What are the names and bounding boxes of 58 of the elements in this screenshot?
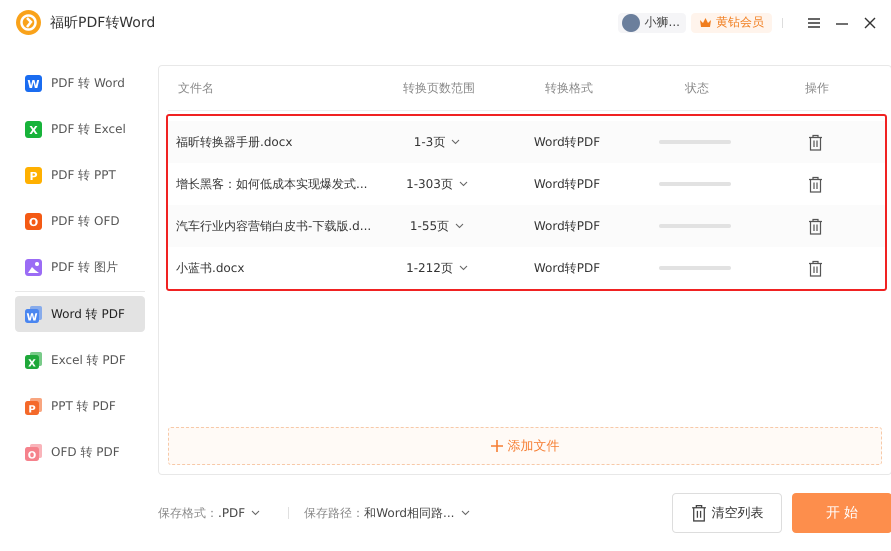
sidebar-item[interactable]: P PPT 转 PDF	[15, 388, 145, 424]
sidebar-item[interactable]: O OFD 转 PDF	[15, 434, 145, 470]
plus-icon	[490, 440, 502, 452]
page-range-dropdown[interactable]: 1-303页	[406, 176, 468, 192]
avatar	[622, 14, 640, 32]
page-range-dropdown[interactable]: 1-212页	[406, 260, 468, 276]
user-button[interactable]: 小狮...	[618, 12, 686, 32]
file-name: 小蓝书.docx	[175, 260, 246, 276]
format-cell-text: Word转PDF	[532, 218, 602, 234]
window-title: 福昕PDF转Word	[50, 14, 156, 32]
document-icon: O	[25, 212, 42, 230]
caret-icon	[455, 223, 464, 229]
caret-icon	[458, 265, 468, 271]
column-header: 操作	[805, 80, 829, 94]
sidebar-item[interactable]: PDF 转 图片	[15, 249, 145, 285]
sidebar-item[interactable]: W Word 转 PDF	[15, 296, 145, 332]
caret-icon	[451, 139, 460, 145]
delete-icon[interactable]	[808, 218, 822, 234]
document-icon: P	[25, 398, 42, 414]
clear-list-button[interactable]: 清空列表	[672, 493, 782, 533]
caret-icon	[460, 510, 470, 516]
format-dropdown[interactable]: .PDF	[218, 506, 260, 520]
format-label: 保存格式：	[158, 504, 218, 522]
column-header: 转换格式	[545, 80, 593, 94]
sidebar-item[interactable]: W PDF 转 Word	[15, 65, 145, 101]
file-name: 汽车行业内容营销白皮书-下载版.d...	[175, 218, 372, 234]
column-header: 文件名	[178, 80, 214, 94]
document-icon: P	[25, 166, 42, 184]
document-icon: X	[25, 120, 42, 138]
logo-icon	[16, 10, 41, 35]
column-header: 状态	[685, 80, 709, 94]
path-label: 保存路径：	[304, 504, 364, 522]
path-dropdown[interactable]: 和Word相同路...	[364, 504, 470, 522]
format-cell-text: Word转PDF	[532, 260, 602, 276]
delete-icon[interactable]	[808, 176, 822, 192]
close-icon[interactable]	[863, 16, 877, 30]
document-icon: W	[25, 306, 42, 322]
format-cell-text: Word转PDF	[532, 134, 602, 150]
crown-icon	[699, 17, 712, 28]
sidebar-item[interactable]: X Excel 转 PDF	[15, 342, 145, 378]
delete-icon[interactable]	[808, 260, 822, 276]
sidebar-item[interactable]: O PDF 转 OFD	[15, 203, 145, 239]
delete-icon[interactable]	[808, 134, 822, 150]
file-name: 增长黑客：如何低成本实现爆发式...	[175, 176, 368, 192]
format-cell-text: Word转PDF	[532, 176, 602, 192]
document-icon: O	[25, 444, 42, 460]
menu-icon[interactable]	[807, 16, 821, 30]
trash-icon	[690, 504, 706, 522]
page-range-dropdown[interactable]: 1-55页	[410, 218, 464, 234]
document-icon: W	[25, 74, 42, 92]
column-header: 转换页数范围	[403, 80, 475, 94]
caret-icon	[251, 510, 260, 516]
page-range-dropdown[interactable]: 1-3页	[414, 134, 460, 150]
file-name: 福昕转换器手册.docx	[175, 134, 294, 150]
sidebar-item[interactable]: P PDF 转 PPT	[15, 157, 145, 193]
sidebar-item[interactable]: X PDF 转 Excel	[15, 111, 145, 147]
document-icon: X	[25, 352, 42, 368]
caret-icon	[458, 181, 468, 187]
